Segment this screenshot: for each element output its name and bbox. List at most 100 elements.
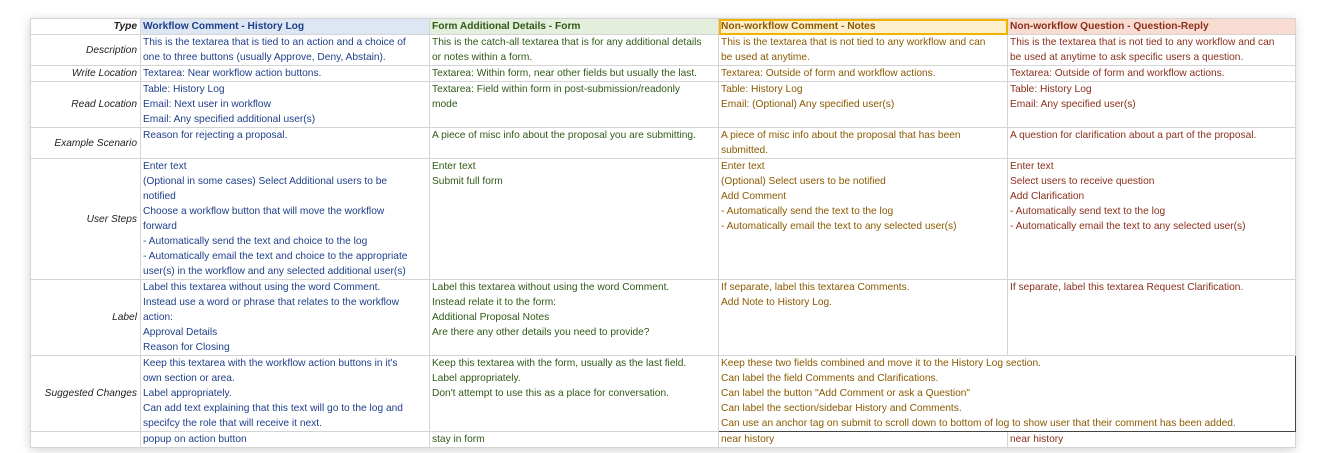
cell-text-line: Textarea: Near workflow action buttons. bbox=[143, 68, 322, 79]
row-header-example-scenario[interactable]: Example Scenario bbox=[30, 127, 141, 159]
cell-text-line: - Automatically send text to the log bbox=[1010, 206, 1166, 217]
row-header-read-location[interactable]: Read Location bbox=[30, 81, 141, 128]
cell-example-scenario-c3[interactable]: A piece of misc info about the proposal … bbox=[718, 127, 1008, 159]
cell-text-line: Non-workflow Question - Question-Reply bbox=[1010, 21, 1209, 32]
cell-label-c3[interactable]: If separate, label this textarea Comment… bbox=[718, 279, 1008, 356]
cell-user-steps-c1[interactable]: Enter text (Optional in some cases) Selec… bbox=[140, 158, 430, 280]
cell-description-c3[interactable]: This is the textarea that is not tied to… bbox=[718, 34, 1008, 66]
cell-text-line: Textarea: Within form, near other fields… bbox=[432, 68, 697, 79]
cell-write-location-c4[interactable]: Textarea: Outside of form and workflow a… bbox=[1007, 65, 1296, 82]
cell-text-line: If separate, label this textarea Request… bbox=[1010, 282, 1244, 293]
cell-text-line: Non-workflow Comment - Notes bbox=[721, 21, 876, 32]
cell-text-line: Workflow Comment - History Log bbox=[143, 21, 305, 32]
cell-user-steps-c4[interactable]: Enter text Select users to receive questi… bbox=[1007, 158, 1296, 280]
table-row: User Steps Enter text (Optional in some ca… bbox=[30, 158, 1296, 280]
cell-description-c4[interactable]: This is the textarea that is not tied to… bbox=[1007, 34, 1296, 66]
row-header-description[interactable]: Description bbox=[30, 34, 141, 66]
cell-text-line: Select users to receive question bbox=[1010, 176, 1155, 187]
cell-text-line: submitted. bbox=[721, 145, 768, 156]
cell-type-c4[interactable]: Non-workflow Question - Question-Reply bbox=[1007, 18, 1296, 35]
table-row: Description This is the textarea that is … bbox=[30, 34, 1296, 66]
cell-description-c2[interactable]: This is the catch-all textarea that is f… bbox=[429, 34, 719, 66]
cell-text-line: Choose a workflow button that will move … bbox=[143, 206, 385, 217]
cell-write-location-c1[interactable]: Textarea: Near workflow action buttons. bbox=[140, 65, 430, 82]
cell-text-line: Reason for Closing bbox=[143, 342, 230, 353]
cell-text-line: This is the catch-all textarea that is f… bbox=[432, 37, 702, 48]
cell-suggested-changes-c1[interactable]: Keep this textarea with the workflow act… bbox=[140, 355, 430, 432]
row-header-write-location[interactable]: Write Location bbox=[30, 65, 141, 82]
cell-text-line: Keep these two fields combined and move … bbox=[721, 358, 1041, 369]
cell-read-location-c1[interactable]: Table: History Log Email: Next user in wo… bbox=[140, 81, 430, 128]
comparison-table: Type Workflow Comment - History Log Form A… bbox=[30, 18, 1296, 448]
cell-label-c4[interactable]: If separate, label this textarea Request… bbox=[1007, 279, 1296, 356]
cell-label-c2[interactable]: Label this textarea without using the wo… bbox=[429, 279, 719, 356]
cell-text-line: Don't attempt to use this as a place for… bbox=[432, 388, 669, 399]
row-header-label[interactable]: Label bbox=[30, 279, 141, 356]
cell-text-line: Email: (Optional) Any specified user(s) bbox=[721, 99, 895, 110]
cell-type-c3[interactable]: Non-workflow Comment - Notes bbox=[718, 18, 1008, 35]
table-row: Example Scenario Reason for rejecting a p… bbox=[30, 127, 1296, 159]
cell-text-line: one to three buttons (usually Approve, D… bbox=[143, 52, 386, 63]
cell-placement-c3[interactable]: near history bbox=[718, 431, 1008, 448]
cell-example-scenario-c4[interactable]: A question for clarification about a par… bbox=[1007, 127, 1296, 159]
table-row: Label Label this textarea without using t… bbox=[30, 279, 1296, 356]
cell-text-line: Are there any other details you need to … bbox=[432, 327, 650, 338]
cell-type-c1[interactable]: Workflow Comment - History Log bbox=[140, 18, 430, 35]
cell-write-location-c3[interactable]: Textarea: Outside of form and workflow a… bbox=[718, 65, 1008, 82]
row-header-placement[interactable] bbox=[30, 431, 141, 448]
cell-text-line: specifcy the role that will receive it n… bbox=[143, 418, 322, 429]
cell-text-line: Add Comment bbox=[721, 191, 787, 202]
cell-text-line: action: bbox=[143, 312, 174, 323]
cell-suggested-changes-c34[interactable]: Keep these two fields combined and move … bbox=[718, 355, 1296, 432]
cell-text-line: Email: Next user in workflow bbox=[143, 99, 271, 110]
cell-text-line: Can use an anchor tag on submit to scrol… bbox=[721, 418, 1236, 429]
cell-write-location-c2[interactable]: Textarea: Within form, near other fields… bbox=[429, 65, 719, 82]
cell-text-line: Textarea: Outside of form and workflow a… bbox=[721, 68, 936, 79]
row-header-suggested-changes[interactable]: Suggested Changes bbox=[30, 355, 141, 432]
cell-text-line: Can label the button "Add Comment or ask… bbox=[721, 388, 971, 399]
cell-text-line: Approval Details bbox=[143, 327, 218, 338]
cell-text-line: - Automatically email the text to any se… bbox=[721, 221, 957, 232]
cell-text-line: near history bbox=[721, 434, 775, 445]
cell-placement-c2[interactable]: stay in form bbox=[429, 431, 719, 448]
cell-text-line: Label appropriately. bbox=[143, 388, 232, 399]
table-row: Suggested Changes Keep this textarea with… bbox=[30, 355, 1296, 432]
cell-read-location-c3[interactable]: Table: History Log Email: (Optional) Any … bbox=[718, 81, 1008, 128]
row-header-user-steps[interactable]: User Steps bbox=[30, 158, 141, 280]
cell-user-steps-c3[interactable]: Enter text (Optional) Select users to be … bbox=[718, 158, 1008, 280]
table-row: Write Location Textarea: Near workflow ac… bbox=[30, 65, 1296, 82]
cell-placement-c1[interactable]: popup on action button bbox=[140, 431, 430, 448]
cell-example-scenario-c1[interactable]: Reason for rejecting a proposal. bbox=[140, 127, 430, 159]
cell-read-location-c4[interactable]: Table: History Log Email: Any specified u… bbox=[1007, 81, 1296, 128]
cell-text-line: Add Clarification bbox=[1010, 191, 1085, 202]
cell-text-line: Can add text explaining that this text w… bbox=[143, 403, 403, 414]
cell-text-line: Submit full form bbox=[432, 176, 503, 187]
cell-user-steps-c2[interactable]: Enter text Submit full form bbox=[429, 158, 719, 280]
cell-text-line: Additional Proposal Notes bbox=[432, 312, 550, 323]
cell-placement-c4[interactable]: near history bbox=[1007, 431, 1296, 448]
cell-read-location-c2[interactable]: Textarea: Field within form in post-subm… bbox=[429, 81, 719, 128]
cell-suggested-changes-c2[interactable]: Keep this textarea with the form, usuall… bbox=[429, 355, 719, 432]
cell-text-line: Reason for rejecting a proposal. bbox=[143, 130, 288, 141]
cell-description-c1[interactable]: This is the textarea that is tied to an … bbox=[140, 34, 430, 66]
cell-text-line: This is the textarea that is not tied to… bbox=[1010, 37, 1275, 48]
cell-text-line: If separate, label this textarea Comment… bbox=[721, 282, 910, 293]
cell-text-line: This is the textarea that is tied to an … bbox=[143, 37, 406, 48]
cell-text-line: Label appropriately. bbox=[432, 373, 521, 384]
cell-text-line: be used at anytime to ask specific users… bbox=[1010, 52, 1244, 63]
cell-text-line: A piece of misc info about the proposal … bbox=[432, 130, 696, 141]
table-row: Read Location Table: History Log Email: Ne… bbox=[30, 81, 1296, 128]
cell-text-line: Email: Any specified additional user(s) bbox=[143, 114, 316, 125]
cell-text-line: Enter text bbox=[1010, 161, 1054, 172]
row-header-type[interactable]: Type bbox=[30, 18, 141, 35]
cell-text-line: Instead relate it to the form: bbox=[432, 297, 557, 308]
cell-text-line: Label this textarea without using the wo… bbox=[143, 282, 381, 293]
cell-text-line: Table: History Log bbox=[143, 84, 225, 95]
cell-text-line: Table: History Log bbox=[1010, 84, 1092, 95]
cell-text-line: Can label the section/sidebar History an… bbox=[721, 403, 962, 414]
cell-example-scenario-c2[interactable]: A piece of misc info about the proposal … bbox=[429, 127, 719, 159]
cell-label-c1[interactable]: Label this textarea without using the wo… bbox=[140, 279, 430, 356]
cell-type-c2[interactable]: Form Additional Details - Form bbox=[429, 18, 719, 35]
cell-text-line: forward bbox=[143, 221, 177, 232]
cell-text-line: - Automatically send the text and choice… bbox=[143, 236, 368, 247]
